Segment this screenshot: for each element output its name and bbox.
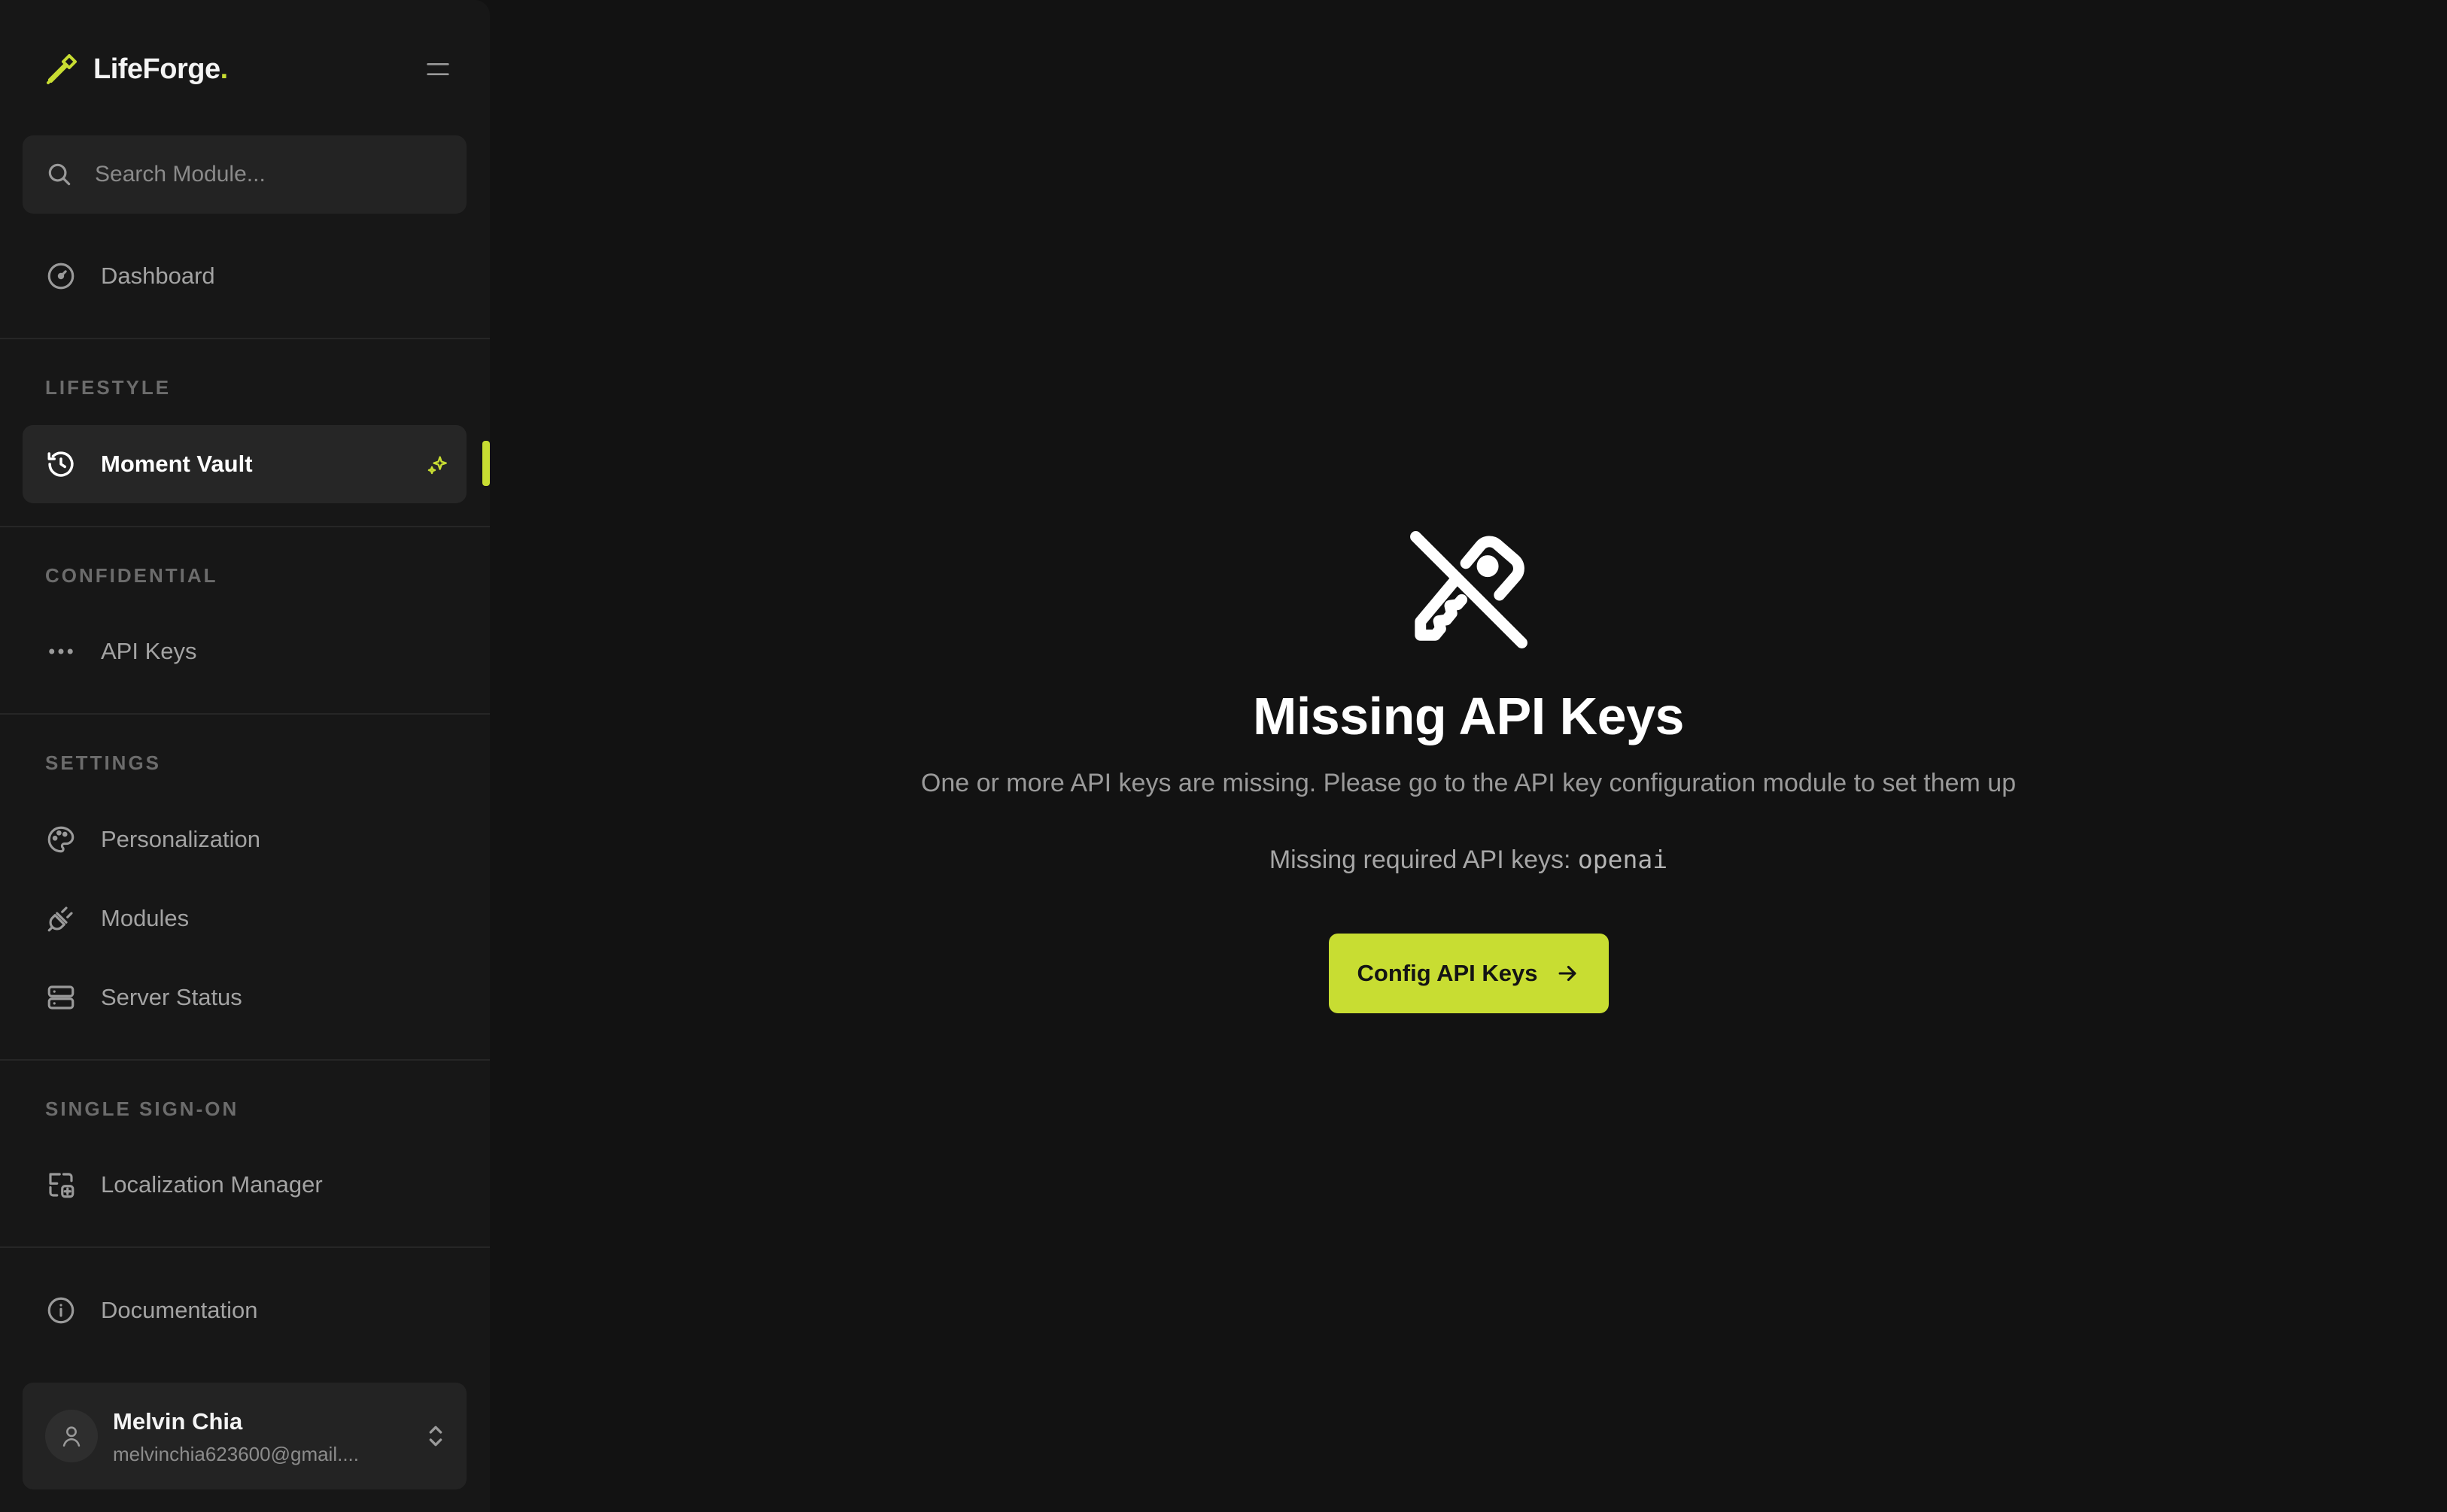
avatar (45, 1410, 98, 1462)
translate-icon (49, 1173, 74, 1198)
dots-icon (49, 648, 73, 654)
user-name: Melvin Chia (113, 1408, 243, 1435)
brand-logo[interactable]: LifeForge. (44, 48, 228, 90)
sidebar-divider (0, 338, 490, 339)
gauge-icon (47, 263, 74, 290)
user-email: melvinchia623600@gmail.... (113, 1443, 360, 1465)
missing-keys-label: Missing required API keys: (1269, 846, 1578, 874)
sidebar-toggle-button[interactable] (421, 54, 454, 84)
section-title-single-sign-on: SINGLE SIGN-ON (45, 1098, 239, 1120)
sidebar-item-moment-vault[interactable]: Moment Vault (23, 425, 467, 503)
arrow-right-icon (1558, 965, 1576, 982)
plug-icon (47, 906, 73, 932)
config-api-keys-button[interactable]: Config API Keys (1328, 934, 1609, 1013)
user-menu[interactable]: Melvin Chia melvinchia623600@gmail.... (23, 1383, 467, 1489)
main-content: Missing API Keys One or more API keys ar… (490, 0, 2447, 1512)
sidebar-item-documentation[interactable]: Documentation (23, 1271, 467, 1350)
missing-keys-text: Missing required API keys: openai (1269, 845, 1667, 875)
section-title-settings: SETTINGS (45, 751, 162, 774)
sidebar-divider (0, 1246, 490, 1248)
sidebar-item-personalization[interactable]: Personalization (23, 800, 467, 879)
sidebar-item-label: Dashboard (101, 263, 215, 289)
key-off-icon (1409, 531, 1527, 648)
history-icon (47, 451, 74, 477)
sidebar-item-label: Moment Vault (101, 451, 253, 477)
search-input[interactable] (95, 162, 441, 187)
brand-dot: . (220, 53, 229, 85)
sidebar: LifeForge. Dashboard LIFESTYLE Momen (0, 0, 490, 1512)
sidebar-item-server-status[interactable]: Server Status (23, 958, 467, 1037)
sidebar-item-label: Personalization (101, 826, 260, 852)
sidebar-item-modules[interactable]: Modules (23, 879, 467, 958)
sidebar-item-label: API Keys (101, 638, 197, 664)
palette-icon (47, 826, 74, 853)
sidebar-divider (0, 526, 490, 527)
empty-state: Missing API Keys One or more API keys ar… (490, 519, 2447, 1013)
search-icon (48, 163, 71, 186)
sidebar-divider (0, 713, 490, 715)
missing-keys-value: openai (1577, 845, 1668, 874)
section-title-lifestyle: LIFESTYLE (45, 376, 172, 399)
sidebar-divider (0, 1059, 490, 1061)
sidebar-item-label: Documentation (101, 1297, 258, 1323)
hammer-icon (47, 54, 77, 84)
user-icon (62, 1426, 81, 1447)
sidebar-item-localization-manager[interactable]: Localization Manager (23, 1146, 467, 1224)
sidebar-item-label: Server Status (101, 984, 242, 1010)
user-menu-toggle[interactable] (417, 1417, 454, 1455)
app-window: LifeForge. Dashboard LIFESTYLE Momen (0, 0, 2447, 1512)
info-icon (47, 1297, 74, 1324)
server-icon (47, 985, 74, 1010)
sidebar-item-label: Modules (101, 905, 190, 931)
search-bar[interactable] (23, 135, 467, 214)
section-title-confidential: CONFIDENTIAL (45, 564, 218, 587)
sparkle-icon (427, 456, 447, 475)
sidebar-item-api-keys[interactable]: API Keys (23, 612, 467, 691)
chevron-up-down-icon (429, 1425, 442, 1447)
sidebar-item-dashboard[interactable]: Dashboard (23, 237, 467, 315)
button-label: Config API Keys (1357, 960, 1538, 986)
page-description: One or more API keys are missing. Please… (920, 769, 2017, 797)
menu-icon (427, 63, 449, 75)
brand-name: LifeForge (93, 53, 220, 85)
sidebar-item-label: Localization Manager (101, 1171, 323, 1198)
active-indicator (482, 441, 490, 486)
page-title: Missing API Keys (1253, 687, 1684, 745)
